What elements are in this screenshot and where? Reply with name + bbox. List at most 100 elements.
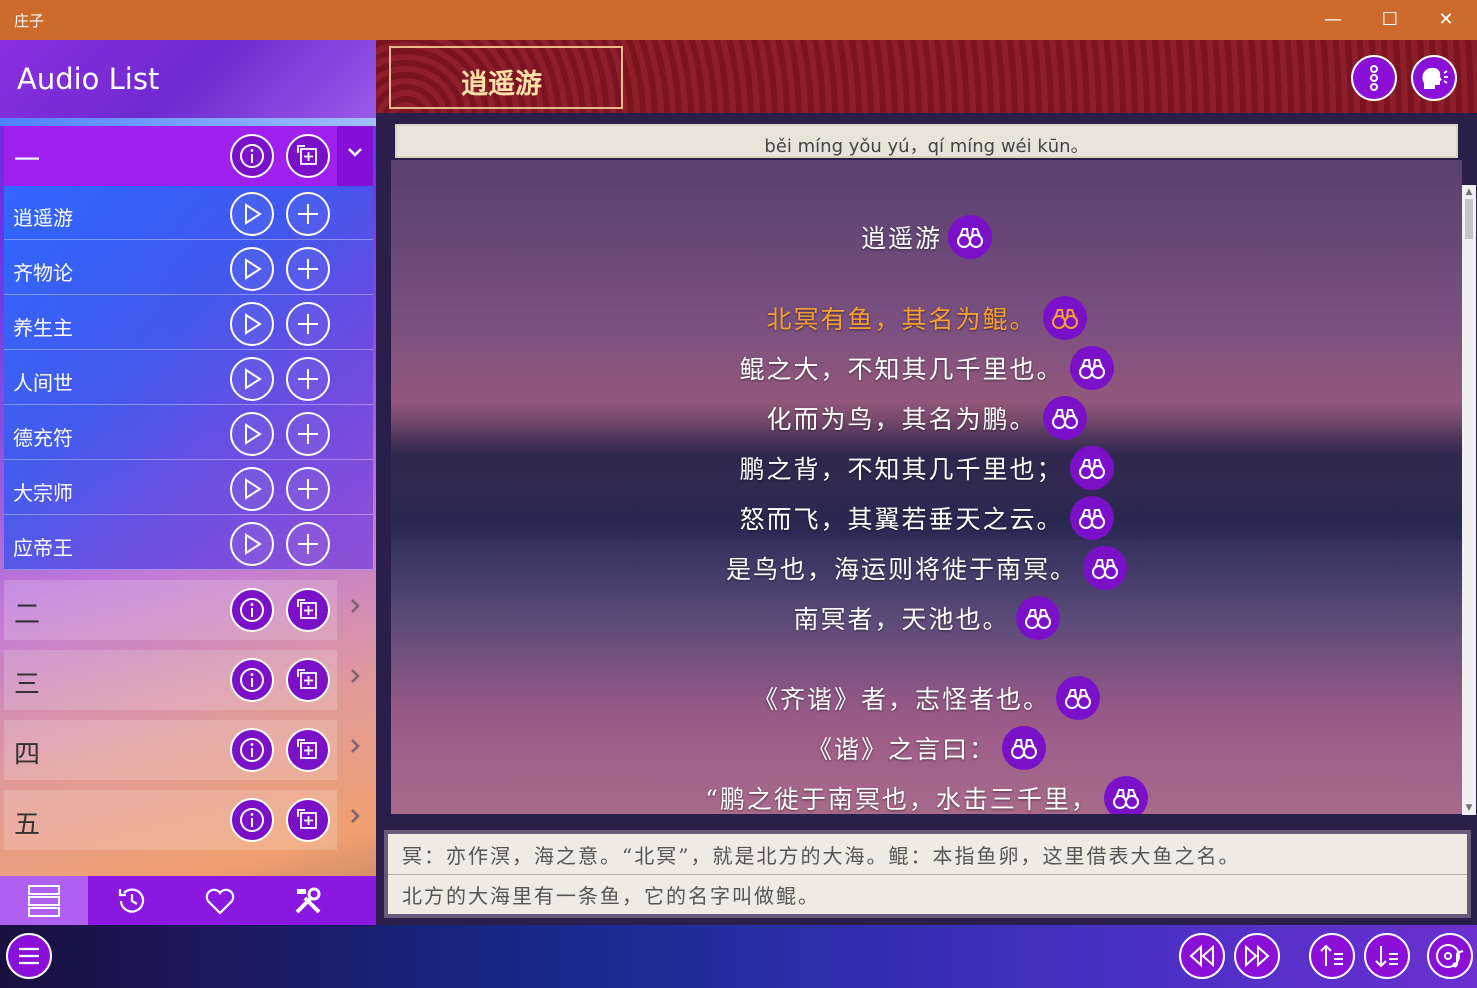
play-icon (245, 533, 262, 555)
chapter-header: 逍遥游 (376, 40, 1477, 113)
more-options-button[interactable] (1351, 55, 1397, 101)
text-line[interactable]: 逍遥游 (391, 215, 1462, 259)
list-item[interactable]: 大宗师 (4, 461, 373, 515)
play-button[interactable] (230, 522, 274, 566)
text-line[interactable]: 怒而飞，其翼若垂天之云。 (391, 496, 1462, 540)
rewind-icon (1189, 944, 1214, 968)
line-text: 是鸟也，海运则将徙于南冥。 (725, 555, 1077, 584)
play-button[interactable] (230, 247, 274, 291)
minimize-button[interactable]: — (1305, 0, 1361, 40)
group-1-collapse-toggle[interactable] (337, 126, 373, 186)
maximize-button[interactable]: ☐ (1362, 0, 1418, 40)
add-group-button[interactable] (286, 798, 330, 842)
binoculars-button[interactable] (1083, 546, 1127, 590)
scroll-down-arrow[interactable]: ▼ (1462, 801, 1476, 815)
music-disc-button[interactable] (1427, 933, 1473, 979)
text-content[interactable]: 逍遥游 北冥有鱼，其名为鲲。 鲲之大，不知其几千里也。 化而为鸟，其名为鹏。 鹏… (391, 160, 1462, 814)
text-line[interactable]: 鲲之大，不知其几千里也。 (391, 346, 1462, 390)
close-button[interactable]: ✕ (1418, 0, 1474, 40)
play-button[interactable] (230, 412, 274, 456)
add-group-button[interactable] (286, 588, 330, 632)
binoculars-button[interactable] (1042, 296, 1087, 340)
tab-favorites[interactable] (176, 876, 264, 925)
group-5-expand-toggle[interactable] (337, 790, 373, 850)
play-icon (245, 313, 262, 335)
add-button[interactable] (286, 247, 330, 291)
play-button[interactable] (230, 192, 274, 236)
next-line-button[interactable] (1364, 933, 1410, 979)
binoculars-icon (1011, 739, 1037, 759)
fast-forward-button[interactable] (1234, 933, 1280, 979)
add-button[interactable] (286, 522, 330, 566)
group-3-expand-toggle[interactable] (337, 650, 373, 710)
content-scrollbar[interactable]: ▲ ▼ (1462, 185, 1476, 815)
tab-tools[interactable] (264, 876, 352, 925)
add-button[interactable] (286, 192, 330, 236)
binoculars-button[interactable] (948, 215, 992, 259)
history-icon (118, 887, 145, 913)
speak-button[interactable] (1411, 55, 1457, 101)
group-2[interactable]: 二 (4, 580, 337, 640)
list-item[interactable]: 齐物论 (4, 241, 373, 295)
plus-icon (298, 424, 318, 444)
group-4-expand-toggle[interactable] (337, 720, 373, 780)
add-group-button[interactable] (286, 134, 330, 178)
text-line[interactable]: 《齐谐》者，志怪者也。 (391, 676, 1462, 720)
binoculars-button[interactable] (1042, 396, 1087, 440)
list-item[interactable]: 德充符 (4, 406, 373, 460)
add-button[interactable] (286, 412, 330, 456)
play-button[interactable] (230, 467, 274, 511)
pinyin-text: běi míng yǒu yú，qí míng wéi kūn。 (764, 136, 1089, 157)
plus-icon (298, 479, 318, 499)
binoculars-button[interactable] (1103, 776, 1148, 814)
text-line[interactable]: 化而为鸟，其名为鹏。 (391, 396, 1462, 440)
group-label: 四 (14, 740, 41, 770)
menu-button[interactable] (6, 933, 52, 979)
group-2-expand-toggle[interactable] (337, 580, 373, 640)
group-1[interactable]: 一 (4, 126, 337, 186)
binoculars-button[interactable] (1002, 726, 1046, 770)
binoculars-button[interactable] (1069, 496, 1114, 540)
binoculars-button[interactable] (1015, 596, 1060, 640)
list-item[interactable]: 人间世 (4, 351, 373, 405)
info-button[interactable] (230, 728, 274, 772)
item-label: 大宗师 (13, 481, 73, 505)
title-bar: 庄子 — ☐ ✕ (0, 0, 1477, 40)
text-line[interactable]: 是鸟也，海运则将徙于南冥。 (391, 546, 1462, 590)
chapter-title: 逍遥游 (461, 69, 542, 100)
previous-line-button[interactable] (1309, 933, 1355, 979)
add-group-button[interactable] (286, 728, 330, 772)
pinyin-bar: běi míng yǒu yú，qí míng wéi kūn。 (395, 124, 1458, 158)
text-line[interactable]: 南冥者，天池也。 (391, 596, 1462, 640)
play-button[interactable] (230, 302, 274, 346)
binoculars-icon (1078, 509, 1105, 529)
info-button[interactable] (230, 658, 274, 702)
list-item[interactable]: 养生主 (4, 296, 373, 350)
speaking-head-icon (1422, 67, 1448, 89)
info-button[interactable] (230, 798, 274, 842)
rewind-button[interactable] (1179, 933, 1225, 979)
group-4[interactable]: 四 (4, 720, 337, 780)
binoculars-button[interactable] (1056, 676, 1100, 720)
group-3[interactable]: 三 (4, 650, 337, 710)
binoculars-button[interactable] (1069, 446, 1114, 490)
info-button[interactable] (230, 588, 274, 632)
play-button[interactable] (230, 357, 274, 401)
add-button[interactable] (286, 357, 330, 401)
add-button[interactable] (286, 302, 330, 346)
tab-list[interactable] (0, 876, 88, 925)
add-group-button[interactable] (286, 658, 330, 702)
text-line[interactable]: 鹏之背，不知其几千里也； (391, 446, 1462, 490)
scroll-thumb[interactable] (1465, 199, 1473, 239)
scroll-up-arrow[interactable]: ▲ (1462, 185, 1476, 199)
info-button[interactable] (230, 134, 274, 178)
list-item[interactable]: 逍遥游 (4, 186, 373, 240)
text-line[interactable]: 《谐》之言曰： (391, 726, 1462, 770)
tab-history[interactable] (88, 876, 176, 925)
binoculars-button[interactable] (1069, 346, 1114, 390)
add-button[interactable] (286, 467, 330, 511)
text-line[interactable]: “鹏之徙于南冥也，水击三千里， (391, 776, 1462, 814)
group-5[interactable]: 五 (4, 790, 337, 850)
list-item[interactable]: 应帝王 (4, 516, 373, 570)
text-line[interactable]: 北冥有鱼，其名为鲲。 (391, 296, 1462, 340)
